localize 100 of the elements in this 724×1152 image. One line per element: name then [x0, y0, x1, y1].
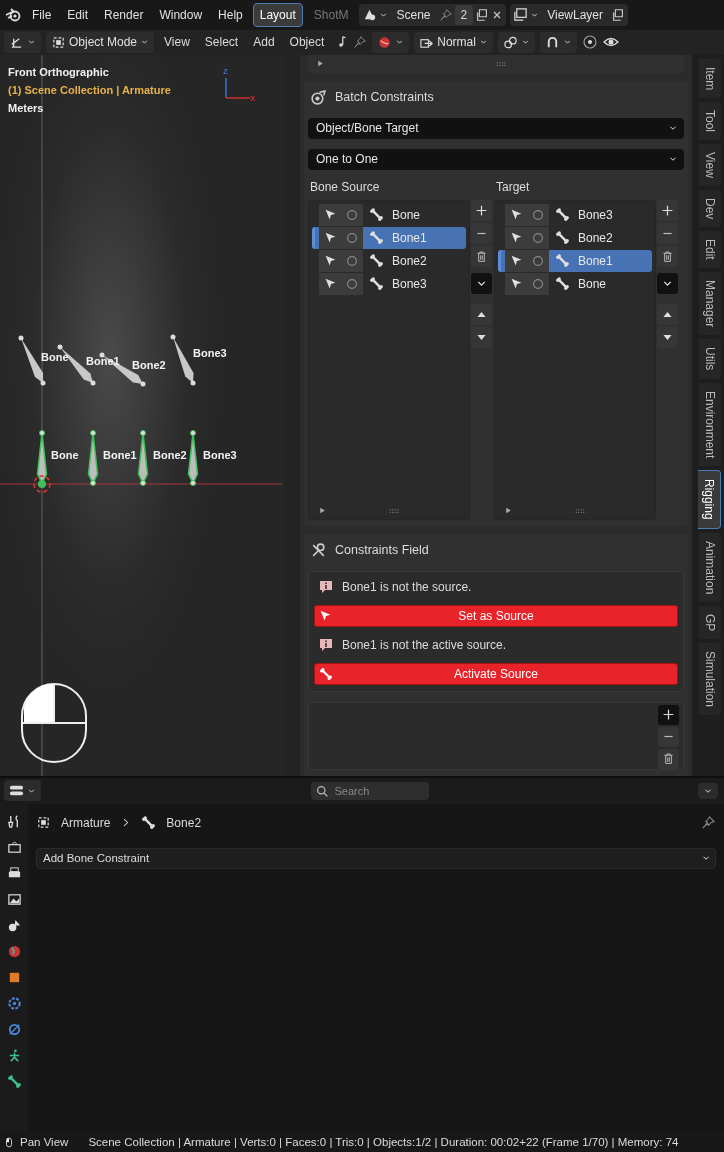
- list-row[interactable]: Bone: [312, 203, 466, 226]
- select-toggle[interactable]: [319, 203, 341, 226]
- bone: [87, 429, 99, 486]
- list-row[interactable]: Bone3: [312, 272, 466, 295]
- menu-item[interactable]: Object: [284, 32, 330, 53]
- circle-toggle[interactable]: [341, 272, 363, 295]
- circle-toggle[interactable]: [527, 203, 549, 226]
- list-row[interactable]: Bone1: [312, 226, 466, 249]
- play-icon[interactable]: [318, 506, 327, 516]
- action-button[interactable]: Activate Source: [314, 662, 678, 685]
- view-layer-selector[interactable]: ViewLayer: [510, 3, 628, 26]
- delete-button[interactable]: [658, 748, 679, 769]
- orientation-dropdown[interactable]: Normal: [414, 31, 493, 53]
- menu-item[interactable]: Render: [98, 4, 150, 25]
- mode-dropdown[interactable]: Object Mode: [46, 31, 155, 53]
- scene-selector[interactable]: Scene 2: [359, 3, 507, 26]
- list-row[interactable]: Bone2: [498, 226, 652, 249]
- add-button[interactable]: [657, 199, 678, 221]
- sidebar-tab[interactable]: Edit: [699, 231, 721, 268]
- circle-icon: [531, 276, 545, 291]
- menu-item[interactable]: View: [159, 32, 195, 53]
- menu-item[interactable]: File: [26, 4, 58, 25]
- globe-icon[interactable]: [6, 943, 22, 959]
- editor-type-button[interactable]: [4, 780, 41, 802]
- add-button[interactable]: [658, 704, 679, 725]
- circle-toggle[interactable]: [527, 249, 549, 272]
- menu-item[interactable]: Window: [153, 4, 209, 25]
- pivot-dropdown[interactable]: [497, 31, 535, 53]
- action-button[interactable]: Set as Source: [314, 604, 678, 627]
- workspace-tab[interactable]: ShotM: [306, 2, 356, 27]
- list-row[interactable]: Bone3: [498, 203, 652, 226]
- menu-item[interactable]: Select: [199, 32, 244, 53]
- circle-toggle[interactable]: [527, 272, 549, 295]
- cursor-arrow-icon: [509, 208, 523, 222]
- editor-type-button[interactable]: [4, 31, 41, 53]
- sidebar-tab[interactable]: Item: [699, 58, 721, 99]
- ring-icon[interactable]: [6, 1021, 22, 1037]
- circle-toggle[interactable]: [341, 226, 363, 249]
- dropdown[interactable]: One to One: [308, 148, 684, 170]
- workspace-tab[interactable]: Layout: [252, 2, 303, 27]
- constraint-icon: [310, 88, 327, 106]
- link-icon: [502, 34, 518, 50]
- select-toggle[interactable]: [505, 272, 527, 295]
- image-icon[interactable]: [6, 891, 22, 907]
- sidebar-tab[interactable]: Simulation: [699, 643, 721, 716]
- sidebar-tab[interactable]: View: [699, 144, 721, 186]
- dropdown[interactable]: Object/Bone Target: [308, 117, 684, 139]
- move-down-button[interactable]: [471, 326, 492, 348]
- cursor-arrow-icon: [509, 277, 523, 291]
- gear-icon[interactable]: [6, 995, 22, 1011]
- list-row[interactable]: Bone2: [312, 249, 466, 272]
- shapes-icon[interactable]: [6, 917, 22, 933]
- sidebar-tab[interactable]: Tool: [699, 102, 721, 141]
- sidebar-tab[interactable]: Animation: [699, 532, 721, 603]
- sidebar-tab[interactable]: GP: [699, 606, 721, 640]
- options-button[interactable]: [698, 782, 718, 799]
- shading-dropdown[interactable]: [372, 31, 410, 53]
- dropdown-button[interactable]: [657, 272, 678, 294]
- panel-title: Constraints Field: [335, 543, 429, 558]
- select-toggle[interactable]: [319, 272, 341, 295]
- pin-icon[interactable]: [701, 815, 716, 831]
- bone-icon: [319, 666, 333, 681]
- select-toggle[interactable]: [505, 249, 527, 272]
- move-down-button[interactable]: [657, 326, 678, 348]
- dropdown-button[interactable]: [471, 272, 492, 294]
- circle-toggle[interactable]: [341, 203, 363, 226]
- bone-icon[interactable]: [6, 1073, 22, 1089]
- menu-item[interactable]: Help: [212, 4, 249, 25]
- select-toggle[interactable]: [505, 226, 527, 249]
- bone-icon: [555, 230, 570, 246]
- scene-icon: [362, 7, 378, 23]
- select-toggle[interactable]: [319, 226, 341, 249]
- sidebar-tab[interactable]: Rigging: [698, 470, 721, 529]
- proportional-icon[interactable]: [581, 34, 598, 51]
- move-up-button[interactable]: [657, 303, 678, 325]
- camera-icon[interactable]: [6, 839, 22, 855]
- delete-button[interactable]: [471, 245, 492, 267]
- select-toggle[interactable]: [505, 203, 527, 226]
- sidebar-tab[interactable]: Dev: [699, 189, 721, 228]
- bone-label: Bone1: [103, 448, 137, 461]
- snap-dropdown[interactable]: [539, 31, 577, 53]
- delete-button[interactable]: [657, 245, 678, 267]
- list-row[interactable]: Bone: [498, 272, 652, 295]
- move-up-button[interactable]: [471, 303, 492, 325]
- play-icon[interactable]: [504, 506, 513, 516]
- circle-toggle[interactable]: [341, 249, 363, 272]
- select-toggle[interactable]: [319, 249, 341, 272]
- menu-item[interactable]: Edit: [61, 4, 95, 25]
- circle-toggle[interactable]: [527, 226, 549, 249]
- circle-icon: [531, 230, 545, 245]
- search-field[interactable]: Search: [310, 781, 429, 800]
- circle-icon: [345, 230, 359, 245]
- add-button[interactable]: [471, 199, 492, 221]
- list-row[interactable]: Bone1: [498, 249, 652, 272]
- menu-item[interactable]: Add: [248, 32, 280, 53]
- sidebar-tab[interactable]: Manager: [699, 271, 721, 336]
- pin-icon[interactable]: [353, 35, 368, 50]
- add-constraint-dropdown[interactable]: Add Bone Constraint: [36, 847, 716, 869]
- sidebar-tab[interactable]: Utils: [699, 339, 721, 379]
- sidebar-tab[interactable]: Environment: [699, 382, 721, 467]
